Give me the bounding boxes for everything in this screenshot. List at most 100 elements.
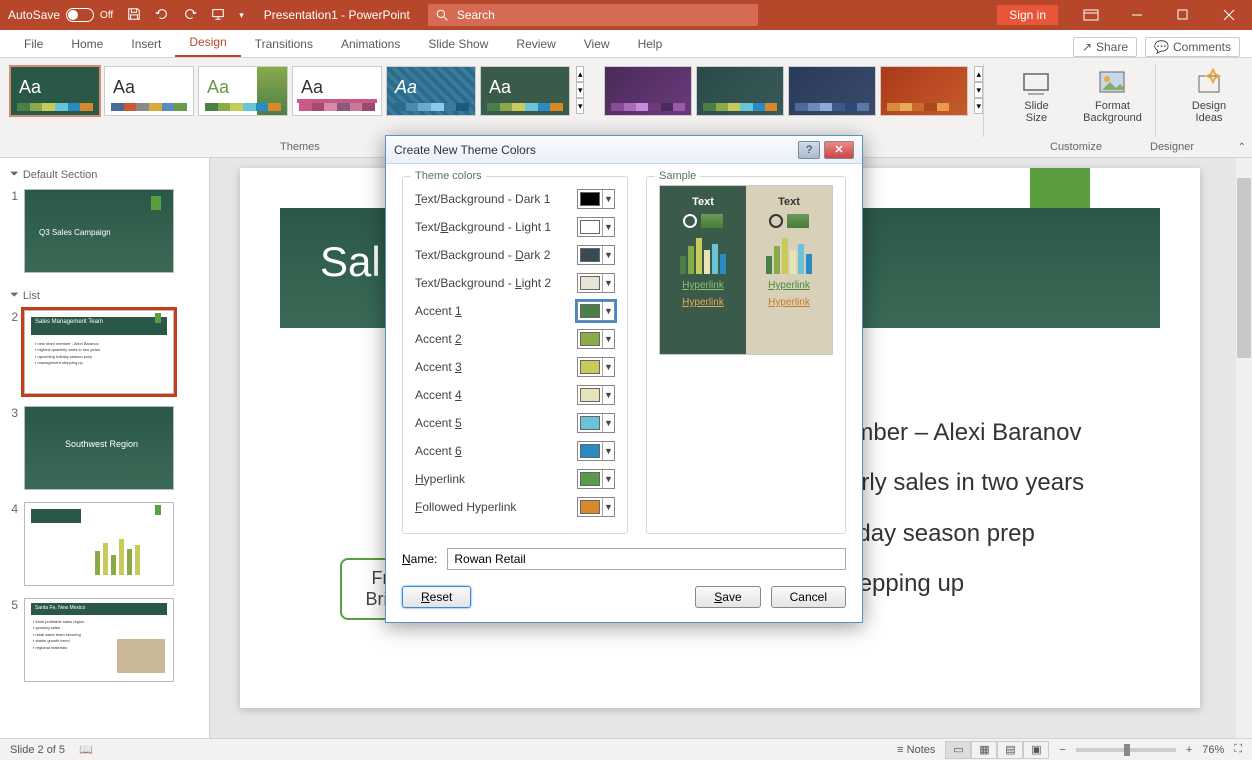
name-label: Name: [402, 552, 437, 566]
zoom-out-icon[interactable]: − [1059, 744, 1065, 756]
section-list[interactable]: ⏷List [4, 285, 205, 306]
search-box[interactable]: Search [428, 4, 758, 26]
tab-transitions[interactable]: Transitions [241, 31, 327, 57]
normal-view-icon[interactable]: ▭ [945, 741, 971, 759]
undo-icon[interactable] [155, 7, 169, 24]
sample-fieldset: Sample Text Hyperlink Hyperlink Text Hyp… [646, 176, 846, 534]
tab-view[interactable]: View [570, 31, 624, 57]
comments-button[interactable]: 💬Comments [1145, 37, 1240, 57]
variant-thumb[interactable] [880, 66, 968, 116]
ribbon-tabs: File Home Insert Design Transitions Anim… [0, 30, 1252, 58]
variant-thumb[interactable] [696, 66, 784, 116]
dialog-help-icon[interactable]: ? [798, 141, 820, 159]
slide-thumb-3[interactable]: 3 Southwest Region [6, 406, 203, 490]
zoom-in-icon[interactable]: + [1186, 744, 1192, 756]
color-label: Accent 6 [415, 444, 569, 458]
vertical-scrollbar[interactable] [1236, 158, 1252, 738]
color-picker-a5[interactable]: ▼ [577, 413, 615, 433]
color-picker-a6[interactable]: ▼ [577, 441, 615, 461]
theme-thumb[interactable]: Aa [386, 66, 476, 116]
save-icon[interactable] [127, 7, 141, 24]
redo-icon[interactable] [183, 7, 197, 24]
slide-thumb-4[interactable]: 4 [6, 502, 203, 586]
color-picker-tl1[interactable]: ▼ [577, 217, 615, 237]
theme-name-row: Name: [386, 542, 862, 576]
color-picker-hyp[interactable]: ▼ [577, 469, 615, 489]
quick-access-toolbar: ▾ [127, 7, 244, 24]
color-label: Accent 1 [415, 304, 569, 318]
tab-slideshow[interactable]: Slide Show [414, 31, 502, 57]
designer-group-label: Designer [1150, 141, 1194, 153]
autosave-state: Off [100, 10, 113, 21]
zoom-slider[interactable] [1076, 748, 1176, 752]
reset-button[interactable]: Reset [402, 586, 471, 608]
view-buttons: ▭ ▦ ▤ ▣ [945, 741, 1049, 759]
customize-group-label: Customize [1050, 141, 1102, 153]
tab-design[interactable]: Design [175, 29, 240, 57]
fit-window-icon[interactable]: ⛶ [1234, 743, 1242, 756]
title-bar: AutoSave Off ▾ Presentation1 - PowerPoin… [0, 0, 1252, 30]
scrollbar-thumb[interactable] [1237, 178, 1251, 358]
dialog-titlebar[interactable]: Create New Theme Colors ? ✕ [386, 136, 862, 164]
spellcheck-icon[interactable]: 📖 [79, 743, 93, 756]
close-icon[interactable] [1206, 0, 1252, 30]
collapse-ribbon-icon[interactable]: ⌃ [1238, 142, 1246, 153]
ribbon-display-icon[interactable] [1068, 0, 1114, 30]
theme-name-input[interactable] [447, 548, 846, 570]
document-title: Presentation1 - PowerPoint [264, 8, 410, 22]
color-label: Followed Hyperlink [415, 500, 569, 514]
variant-thumb[interactable] [604, 66, 692, 116]
dialog-close-icon[interactable]: ✕ [824, 141, 854, 159]
qat-more-icon[interactable]: ▾ [239, 10, 244, 21]
color-picker-a1[interactable]: ▼ [577, 301, 615, 321]
sample-preview: Text Hyperlink Hyperlink Text Hyperlink … [659, 185, 833, 355]
theme-thumb[interactable]: Aa [10, 66, 100, 116]
tab-review[interactable]: Review [502, 31, 569, 57]
notes-button[interactable]: ≡ Notes [897, 744, 935, 756]
color-picker-fhyp[interactable]: ▼ [577, 497, 615, 517]
sample-dark: Text Hyperlink Hyperlink [660, 186, 746, 354]
variants-scroll[interactable]: ▴▾▾ [974, 66, 982, 157]
maximize-icon[interactable] [1160, 0, 1206, 30]
sorter-view-icon[interactable]: ▦ [971, 741, 997, 759]
fieldset-legend: Theme colors [411, 170, 486, 182]
tab-insert[interactable]: Insert [117, 31, 175, 57]
color-picker-a4[interactable]: ▼ [577, 385, 615, 405]
share-button[interactable]: ↗Share [1073, 37, 1137, 57]
theme-thumb[interactable]: Aa [480, 66, 570, 116]
theme-thumb[interactable]: Aa [104, 66, 194, 116]
variant-thumb[interactable] [788, 66, 876, 116]
slide-thumb-5[interactable]: 5 Santa Fe, New Mexico▪ Most profitable … [6, 598, 203, 682]
color-picker-td1[interactable]: ▼ [577, 189, 615, 209]
search-icon [436, 9, 449, 22]
autosave-switch[interactable] [66, 8, 94, 22]
tab-animations[interactable]: Animations [327, 31, 414, 57]
minimize-icon[interactable] [1114, 0, 1160, 30]
tab-home[interactable]: Home [57, 31, 117, 57]
slideshow-view-icon[interactable]: ▣ [1023, 741, 1049, 759]
color-picker-td2[interactable]: ▼ [577, 245, 615, 265]
reading-view-icon[interactable]: ▤ [997, 741, 1023, 759]
signin-button[interactable]: Sign in [997, 5, 1058, 25]
slide-thumb-1[interactable]: 1 Q3 Sales Campaign [6, 189, 203, 273]
color-picker-a2[interactable]: ▼ [577, 329, 615, 349]
present-icon[interactable] [211, 7, 225, 24]
autosave-toggle[interactable]: AutoSave Off [8, 8, 113, 22]
tab-help[interactable]: Help [624, 31, 677, 57]
theme-thumb[interactable]: Aa [292, 66, 382, 116]
share-icon: ↗ [1082, 40, 1092, 54]
cancel-button[interactable]: Cancel [771, 586, 846, 608]
color-picker-tl2[interactable]: ▼ [577, 273, 615, 293]
theme-thumb[interactable]: Aa [198, 66, 288, 116]
zoom-level[interactable]: 76% [1202, 744, 1224, 756]
slide-thumbnails-panel: ⏷Default Section 1 Q3 Sales Campaign ⏷Li… [0, 158, 210, 738]
save-button[interactable]: Save [695, 586, 760, 608]
color-label: Accent 5 [415, 416, 569, 430]
themes-group-label: Themes [280, 141, 320, 153]
section-default[interactable]: ⏷Default Section [4, 164, 205, 185]
color-label: Text/Background - Light 2 [415, 276, 569, 290]
tab-file[interactable]: File [10, 31, 57, 57]
slide-indicator[interactable]: Slide 2 of 5 [10, 744, 65, 756]
color-picker-a3[interactable]: ▼ [577, 357, 615, 377]
slide-thumb-2[interactable]: 2 Sales Management Team▪ new team member… [6, 310, 203, 394]
